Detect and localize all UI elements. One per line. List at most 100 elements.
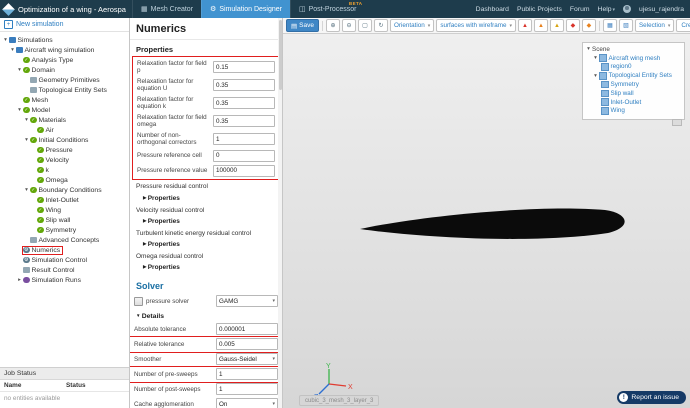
tree-item-boundary-conditions[interactable]: ▾Boundary Conditions (0, 185, 129, 195)
tree-item-pressure[interactable]: Pressure (0, 145, 129, 155)
selection-dropdown[interactable]: Selection (635, 19, 674, 32)
job-status-empty-text: no entities available (0, 392, 129, 405)
relative-tolerance-input[interactable]: 0.005 (216, 338, 278, 350)
fit-view-icon[interactable]: ▢ (358, 19, 372, 32)
tree-item-mesh[interactable]: Mesh (0, 95, 129, 105)
velocity-residual-properties-toggle[interactable]: Properties (136, 215, 276, 226)
show-hide-icon[interactable]: ▦ (603, 19, 617, 32)
transparency-icon[interactable]: ▧ (619, 19, 633, 32)
nav-help[interactable]: Help▾ (598, 6, 616, 13)
render-mode-dropdown[interactable]: surfaces with wireframe (436, 19, 516, 32)
panel-scrollbar[interactable] (278, 18, 282, 408)
scene-tree-item-region0[interactable]: region0 (585, 63, 682, 72)
report-issue-button[interactable]: Report an issue (617, 391, 686, 404)
zoom-out-icon[interactable]: ⊖ (342, 19, 356, 32)
new-simulation-button[interactable]: + New simulation (0, 18, 129, 32)
nav-dashboard[interactable]: Dashboard (476, 6, 509, 13)
tab-simulation-designer[interactable]: ⚙ Simulation Designer (201, 0, 290, 18)
expander-icon[interactable]: ▾ (16, 107, 23, 113)
tree-item-simulations[interactable]: ▾Simulations (0, 35, 129, 45)
clip-plane-icon[interactable]: ▲ (518, 19, 532, 32)
tree-item-omega[interactable]: Omega (0, 175, 129, 185)
smoother-select[interactable]: Gauss-Seidel (216, 353, 278, 365)
details-toggle[interactable]: Details (130, 309, 282, 322)
orientation-dropdown[interactable]: Orientation (390, 19, 434, 32)
tree-item-numerics[interactable]: Numerics (0, 245, 129, 255)
expander-icon[interactable]: ▾ (23, 137, 30, 143)
zoom-in-icon[interactable]: ⊕ (326, 19, 340, 32)
scene-tree-item-aircraft-wing-mesh[interactable]: ▾Aircraft wing mesh (585, 54, 682, 63)
tree-item-materials[interactable]: ▾Materials (0, 115, 129, 125)
tree-item-model[interactable]: ▾Model (0, 105, 129, 115)
tree-item-topological-entity-sets[interactable]: Topological Entity Sets (0, 85, 129, 95)
pressure-residual-properties-toggle[interactable]: Properties (136, 192, 276, 203)
pre-sweeps-input[interactable]: 1 (216, 368, 278, 380)
nav-public-projects[interactable]: Public Projects (517, 6, 562, 13)
tree-item-air[interactable]: Air (0, 125, 129, 135)
absolute-tolerance-input[interactable]: 0.000001 (216, 323, 278, 335)
create-set-button[interactable]: Create set (676, 19, 690, 32)
expander-icon[interactable]: ▾ (2, 37, 9, 43)
tree-item-analysis-type[interactable]: Analysis Type (0, 55, 129, 65)
expander-icon[interactable]: ▾ (16, 67, 23, 73)
column-name: Name (0, 382, 62, 389)
viewport-canvas[interactable]: ▾Scene ▾Aircraft wing mesh region0 ▾Topo… (283, 33, 690, 408)
relaxation-u-input[interactable]: 0.35 (213, 79, 275, 91)
tree-item-symmetry[interactable]: Symmetry (0, 225, 129, 235)
save-button[interactable]: ▤ Save (286, 19, 319, 32)
ruler-icon[interactable]: ◆ (582, 19, 596, 32)
expander-icon[interactable]: ▾ (592, 73, 599, 79)
field-smoother: SmootherGauss-Seidel (130, 352, 282, 367)
user-avatar-icon (623, 5, 631, 13)
user-name[interactable]: ujesu_rajendra (639, 6, 684, 13)
tree-item-geometry-primitives[interactable]: Geometry Primitives (0, 75, 129, 85)
tree-item-inlet-outlet[interactable]: Inlet-Outlet (0, 195, 129, 205)
crinkle-clip-icon[interactable]: ▲ (534, 19, 548, 32)
cache-agglomeration-select[interactable]: On (216, 398, 278, 408)
tree-item-simulation-runs[interactable]: ▸Simulation Runs (0, 275, 129, 285)
expander-icon[interactable]: ▾ (592, 55, 599, 61)
pressure-reference-value-input[interactable]: 100000 (213, 165, 275, 177)
scene-tree-resize-handle[interactable] (672, 119, 682, 126)
probe-point-icon[interactable]: ◆ (566, 19, 580, 32)
tree-item-aircraft-wing-simulation[interactable]: ▾Aircraft wing simulation (0, 45, 129, 55)
omega-residual-properties-toggle[interactable]: Properties (136, 261, 276, 272)
scene-tree-item-slip-wall[interactable]: Slip wall (585, 89, 682, 98)
expander-icon[interactable]: ▾ (23, 187, 30, 193)
tree-item-simulation-control[interactable]: Simulation Control (0, 255, 129, 265)
non-orthogonal-correctors-input[interactable]: 1 (213, 133, 275, 145)
pressure-solver-icon[interactable] (134, 297, 143, 306)
iso-surface-icon[interactable]: ▲ (550, 19, 564, 32)
relaxation-p-input[interactable]: 0.15 (213, 61, 275, 73)
expander-icon[interactable]: ▸ (16, 277, 23, 283)
post-sweeps-input[interactable]: 1 (216, 383, 278, 395)
expander-icon[interactable]: ▾ (23, 117, 30, 123)
scene-tree-item-topological-entity-sets[interactable]: ▾Topological Entity Sets (585, 71, 682, 80)
wing-mesh-model[interactable] (355, 191, 645, 253)
expander-icon[interactable]: ▾ (585, 46, 592, 52)
pressure-solver-select[interactable]: GAMG (216, 295, 278, 307)
tab-post-processor[interactable]: BETA ◫ Post-Processor (290, 0, 364, 18)
tree-item-velocity[interactable]: Velocity (0, 155, 129, 165)
tree-item-advanced-concepts[interactable]: Advanced Concepts (0, 235, 129, 245)
tree-item-result-control[interactable]: Result Control (0, 265, 129, 275)
orbit-icon[interactable]: ↻ (374, 19, 388, 32)
scene-tree-item-symmetry[interactable]: Symmetry (585, 80, 682, 89)
tree-item-k[interactable]: k (0, 165, 129, 175)
tree-item-initial-conditions[interactable]: ▾Initial Conditions (0, 135, 129, 145)
mesh-name-tag[interactable]: cubic_3_mesh_3_layer_3 (299, 395, 379, 406)
expander-icon[interactable]: ▾ (9, 47, 16, 53)
tab-mesh-creator[interactable]: ▦ Mesh Creator (132, 0, 201, 18)
tke-residual-properties-toggle[interactable]: Properties (136, 238, 276, 249)
nav-forum[interactable]: Forum (570, 6, 590, 13)
scene-tree-item-scene[interactable]: ▾Scene (585, 45, 682, 54)
scene-tree-item-wing[interactable]: Wing (585, 107, 682, 116)
relaxation-k-input[interactable]: 0.35 (213, 97, 275, 109)
tree-item-domain[interactable]: ▾Domain (0, 65, 129, 75)
simscale-logo[interactable] (2, 3, 15, 16)
pressure-reference-cell-input[interactable]: 0 (213, 150, 275, 162)
scene-tree-item-inlet-outlet[interactable]: Inlet-Outlet (585, 98, 682, 107)
relaxation-omega-input[interactable]: 0.35 (213, 115, 275, 127)
tree-item-slip-wall[interactable]: Slip wall (0, 215, 129, 225)
tree-item-wing[interactable]: Wing (0, 205, 129, 215)
